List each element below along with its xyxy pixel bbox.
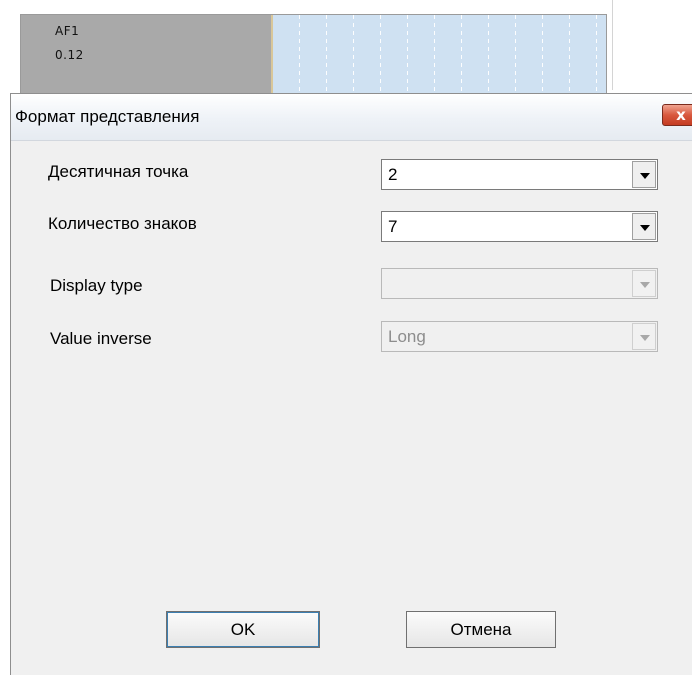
chevron-down-icon[interactable] [632,270,656,297]
editor-canvas: AF1 0.12 [0,0,692,96]
dialog-title: Формат представления [15,107,200,126]
ok-button[interactable]: OK [166,611,320,648]
cancel-button[interactable]: Отмена [406,611,556,648]
canvas-divider [612,0,613,90]
display-type-label: Display type [50,276,143,295]
decimal-point-label: Десятичная точка [48,162,189,181]
close-button[interactable]: x [662,104,692,126]
decimal-point-select[interactable]: 2 [381,159,658,190]
digit-count-select[interactable]: 7 [381,211,658,242]
format-dialog: Формат представления x Десятичная точка … [10,93,692,675]
widget-label-panel: AF1 0.12 [21,15,273,95]
widget-title: AF1 [55,24,80,38]
digit-count-value: 7 [388,217,398,236]
widget-grid-area [273,15,606,95]
chevron-down-icon[interactable] [632,213,656,240]
decimal-point-value: 2 [388,165,398,184]
value-inverse-value: Long [388,327,426,346]
chevron-down-icon[interactable] [632,161,656,188]
digit-count-label: Количество знаков [48,214,197,233]
value-inverse-select[interactable]: Long [381,321,658,352]
value-inverse-label: Value inverse [50,329,152,348]
close-icon: x [676,106,686,124]
af1-widget[interactable]: AF1 0.12 [20,14,607,96]
chevron-down-icon[interactable] [632,323,656,350]
dialog-titlebar[interactable]: Формат представления x [11,94,692,141]
display-type-select[interactable] [381,268,658,299]
widget-value: 0.12 [55,48,84,62]
